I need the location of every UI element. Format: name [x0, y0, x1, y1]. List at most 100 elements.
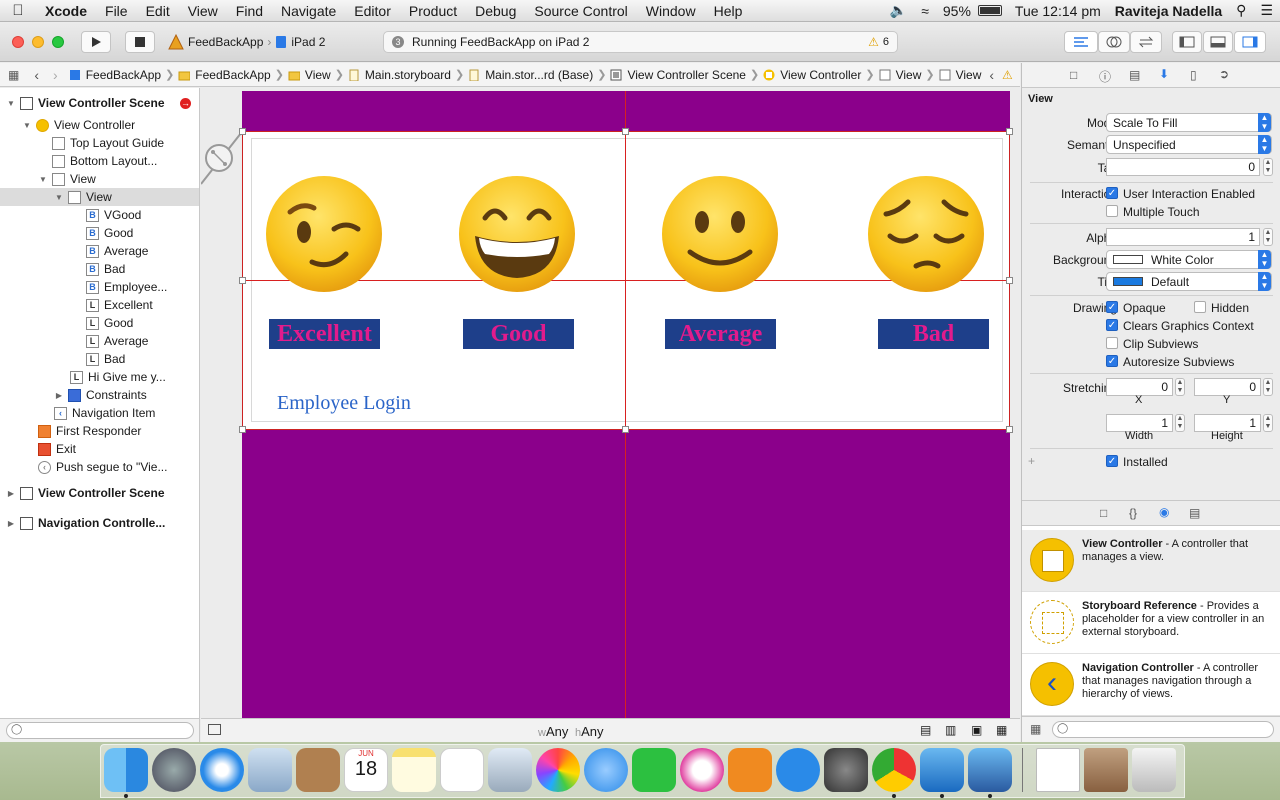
outline-row[interactable]: L Good [0, 314, 199, 332]
menu-navigate[interactable]: Navigate [272, 3, 345, 19]
employee-login-button[interactable]: Employee Login [277, 392, 411, 415]
library-item-storyboard-reference[interactable]: Storyboard Reference - Provides a placeh… [1022, 592, 1280, 654]
resolve-issues-icon[interactable]: ▦ [996, 723, 1007, 737]
add-variation-icon[interactable]: + [1028, 454, 1035, 468]
resize-handle[interactable] [1006, 128, 1013, 135]
toggle-outline-icon[interactable] [208, 724, 221, 735]
stretch-width-stepper[interactable]: ▲ ▼ [1175, 414, 1185, 432]
menu-app[interactable]: Xcode [36, 3, 96, 19]
semantic-popup[interactable]: Unspecified ▲ ▼ [1106, 135, 1272, 154]
itunes-icon[interactable] [680, 748, 724, 792]
resize-handle[interactable] [622, 426, 629, 433]
stretch-height-stepper[interactable]: ▲ ▼ [1263, 414, 1273, 432]
launchpad-icon[interactable] [152, 748, 196, 792]
previous-issue-button[interactable]: ‹ [985, 67, 998, 83]
assistant-editor-button[interactable] [1098, 31, 1130, 53]
menu-debug[interactable]: Debug [466, 3, 525, 19]
good-label[interactable]: Good [463, 319, 574, 349]
pin-icon[interactable]: ▣ [971, 723, 982, 737]
crumb-group[interactable]: FeedBackApp [174, 68, 274, 82]
run-button[interactable] [81, 31, 111, 53]
menu-file[interactable]: File [96, 3, 137, 19]
tag-field[interactable]: 0 [1106, 158, 1260, 176]
wifi-icon[interactable]: ≈ [914, 3, 936, 19]
outline-row[interactable]: ▶ Navigation Controlle... [0, 514, 199, 532]
issue-warning-icon[interactable]: ⚠ [998, 68, 1017, 82]
spotlight-icon[interactable]: ⚲ [1229, 2, 1253, 19]
outline-row[interactable]: B Good [0, 224, 199, 242]
toggle-debug-area-button[interactable] [1203, 31, 1233, 53]
document-icon[interactable] [1036, 748, 1080, 792]
stretch-x-stepper[interactable]: ▲ ▼ [1175, 378, 1185, 396]
attributes-inspector-icon[interactable]: ⬇ [1159, 67, 1169, 81]
menu-find[interactable]: Find [227, 3, 272, 19]
outline-row[interactable]: ▼ View [0, 170, 199, 188]
outline-filter-field[interactable]: ◯ [6, 722, 194, 739]
warning-icon[interactable]: ⚠ [868, 35, 879, 49]
outline-row[interactable]: B Bad [0, 260, 199, 278]
standard-editor-button[interactable] [1064, 31, 1098, 53]
clip-subviews-checkbox[interactable] [1106, 337, 1118, 349]
bad-label[interactable]: Bad [878, 319, 989, 349]
back-button[interactable]: ‹ [27, 67, 46, 83]
quick-help-icon[interactable]: ⓘ [1099, 68, 1111, 85]
background-popup[interactable]: White Color ▲ ▼ [1106, 250, 1272, 269]
toggle-utilities-button[interactable] [1234, 31, 1266, 53]
related-items-icon[interactable]: ▦ [0, 68, 27, 82]
installed-checkbox[interactable]: ✓ [1106, 455, 1118, 467]
menu-product[interactable]: Product [400, 3, 466, 19]
system-preferences-icon[interactable] [824, 748, 868, 792]
library-item-navigation-controller[interactable]: ‹ Navigation Controller - A controller t… [1022, 654, 1280, 716]
disclosure-open-icon[interactable]: ▼ [22, 121, 32, 130]
next-issue-button[interactable]: › [1017, 67, 1020, 83]
crumb-view[interactable]: View [875, 68, 926, 82]
outline-row[interactable]: Exit [0, 440, 199, 458]
library-filter-field[interactable]: ◯ [1052, 721, 1274, 738]
connections-inspector-icon[interactable]: ➲ [1219, 67, 1229, 81]
size-class-control[interactable]: wAny hAny [538, 724, 604, 739]
view-controller-scene-root-view[interactable]: Excellent Good Average Bad Employee Logi… [239, 91, 1013, 718]
resize-handle[interactable] [1006, 277, 1013, 284]
notification-center-icon[interactable]: ☰ [1253, 2, 1280, 19]
hidden-checkbox[interactable] [1194, 301, 1206, 313]
average-button-smiling-face-icon[interactable] [660, 174, 780, 294]
ibooks-icon[interactable] [728, 748, 772, 792]
battery-icon[interactable] [977, 5, 1002, 16]
disclosure-closed-icon[interactable]: ▶ [6, 519, 16, 528]
finder-icon[interactable] [104, 748, 148, 792]
facetime-icon[interactable] [632, 748, 676, 792]
outline-row[interactable]: L Average [0, 332, 199, 350]
crumb-view-folder[interactable]: View [284, 68, 335, 82]
resize-handle[interactable] [622, 128, 629, 135]
resize-handle[interactable] [1006, 426, 1013, 433]
resize-handle[interactable] [239, 277, 246, 284]
menu-editor[interactable]: Editor [345, 3, 400, 19]
tint-popup[interactable]: Default ▲ ▼ [1106, 272, 1272, 291]
menu-source-control[interactable]: Source Control [525, 3, 636, 19]
code-snippet-library-icon[interactable]: {} [1129, 506, 1137, 520]
size-inspector-icon[interactable]: ▯ [1190, 68, 1197, 82]
close-window-button[interactable] [12, 36, 24, 48]
chrome-icon[interactable] [872, 748, 916, 792]
trash-icon[interactable] [1132, 748, 1176, 792]
toggle-navigator-button[interactable] [1172, 31, 1202, 53]
warning-count[interactable]: 6 [883, 36, 889, 48]
object-library-icon[interactable]: ◉ [1159, 505, 1169, 519]
disclosure-closed-icon[interactable]: ▶ [6, 489, 16, 498]
forward-button[interactable]: › [46, 67, 65, 83]
average-label[interactable]: Average [665, 319, 776, 349]
clears-graphics-checkbox[interactable]: ✓ [1106, 319, 1118, 331]
outline-row[interactable]: ‹ Push segue to "Vie... [0, 458, 199, 476]
scheme-selector[interactable]: FeedBackApp › iPad 2 [168, 31, 338, 53]
error-badge-icon[interactable]: → [180, 97, 191, 109]
downloads-stack-icon[interactable] [1084, 748, 1128, 792]
outline-row[interactable]: B Average [0, 242, 199, 260]
crumb-storyboard[interactable]: Main.storyboard [344, 68, 455, 82]
crumb-scene[interactable]: View Controller Scene [606, 68, 750, 82]
notes-icon[interactable] [392, 748, 436, 792]
mode-popup[interactable]: Scale To Fill ▲ ▼ [1106, 113, 1272, 132]
align-icon[interactable]: ▥ [945, 723, 956, 737]
disclosure-open-icon[interactable]: ▼ [38, 175, 48, 184]
selected-content-view[interactable]: Excellent Good Average Bad Employee Logi… [239, 128, 1013, 433]
outline-row[interactable]: ▼ View Controller [0, 116, 199, 134]
